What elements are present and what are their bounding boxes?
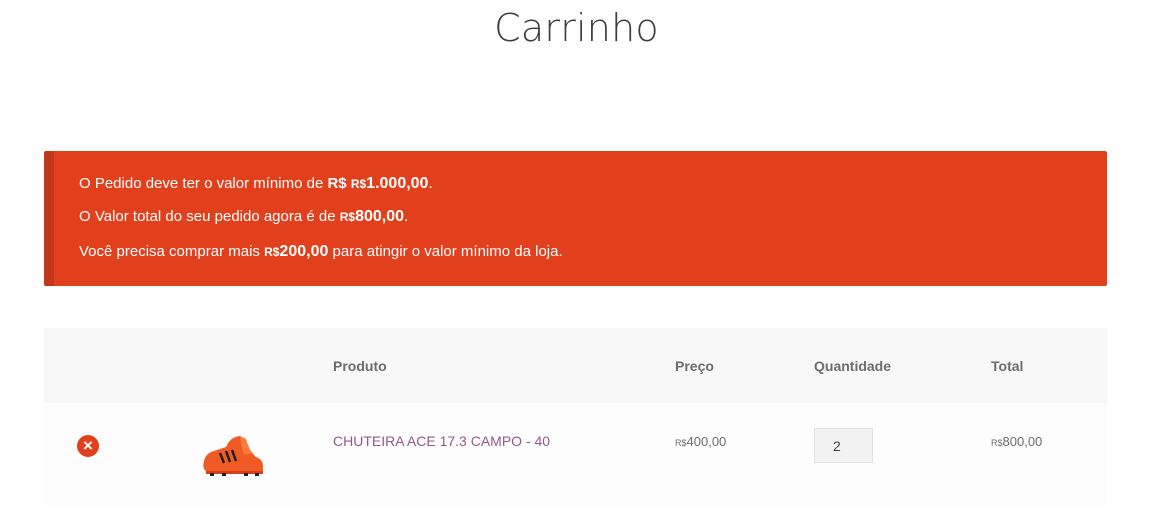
minimum-order-notice: O Pedido deve ter o valor mínimo de R$ R… <box>44 151 1107 286</box>
product-name-link[interactable]: CHUTEIRA ACE 17.3 CAMPO - 40 <box>333 433 550 449</box>
notice-line-minimum: O Pedido deve ter o valor mínimo de R$ R… <box>79 175 433 193</box>
total-currency: R$ <box>991 438 1003 448</box>
item-total: R$800,00 <box>991 434 1042 449</box>
notice-amount: 200,00 <box>279 243 329 260</box>
notice-line-current-total: O Valor total do seu pedido agora é de R… <box>79 208 408 226</box>
notice-currency-symbol: R$ <box>264 245 280 259</box>
notice-amount: 800,00 <box>355 208 405 225</box>
item-price: R$400,00 <box>675 434 726 449</box>
column-header-product: Produto <box>333 358 387 374</box>
column-header-price: Preço <box>675 358 714 374</box>
notice-currency: R$ <box>327 175 347 192</box>
price-currency: R$ <box>675 438 687 448</box>
column-header-quantity: Quantidade <box>814 358 892 374</box>
cart-item-row: × CHUTEIRA ACE 17.3 CAMPO - 40 R$400,00 … <box>44 403 1107 506</box>
notice-currency-symbol: R$ <box>339 210 356 224</box>
notice-text: O Valor total do seu pedido agora é de <box>79 208 336 225</box>
price-value: 400,00 <box>686 434 727 449</box>
column-header-total: Total <box>991 358 1024 374</box>
remove-item-button[interactable]: × <box>77 435 99 457</box>
quantity-input[interactable] <box>814 428 873 463</box>
notice-text-end: para atingir o valor mínimo da loja. <box>332 243 563 260</box>
notice-currency-symbol: R$ <box>350 177 367 191</box>
notice-text: O Pedido deve ter o valor mínimo de <box>79 175 324 192</box>
page-title: Carrinho <box>494 6 659 50</box>
total-value: 800,00 <box>1002 434 1043 449</box>
notice-line-remaining: Você precisa comprar mais R$200,00 para … <box>79 243 563 261</box>
remove-x-circle-icon: × <box>83 436 93 455</box>
cart-table-header: Produto Preço Quantidade Total <box>44 328 1107 403</box>
notice-punctuation: . <box>428 175 433 192</box>
notice-text: Você precisa comprar mais <box>79 243 260 260</box>
notice-punctuation: . <box>404 208 409 225</box>
product-thumbnail[interactable] <box>200 431 265 476</box>
notice-amount: 1.000,00 <box>366 175 429 192</box>
